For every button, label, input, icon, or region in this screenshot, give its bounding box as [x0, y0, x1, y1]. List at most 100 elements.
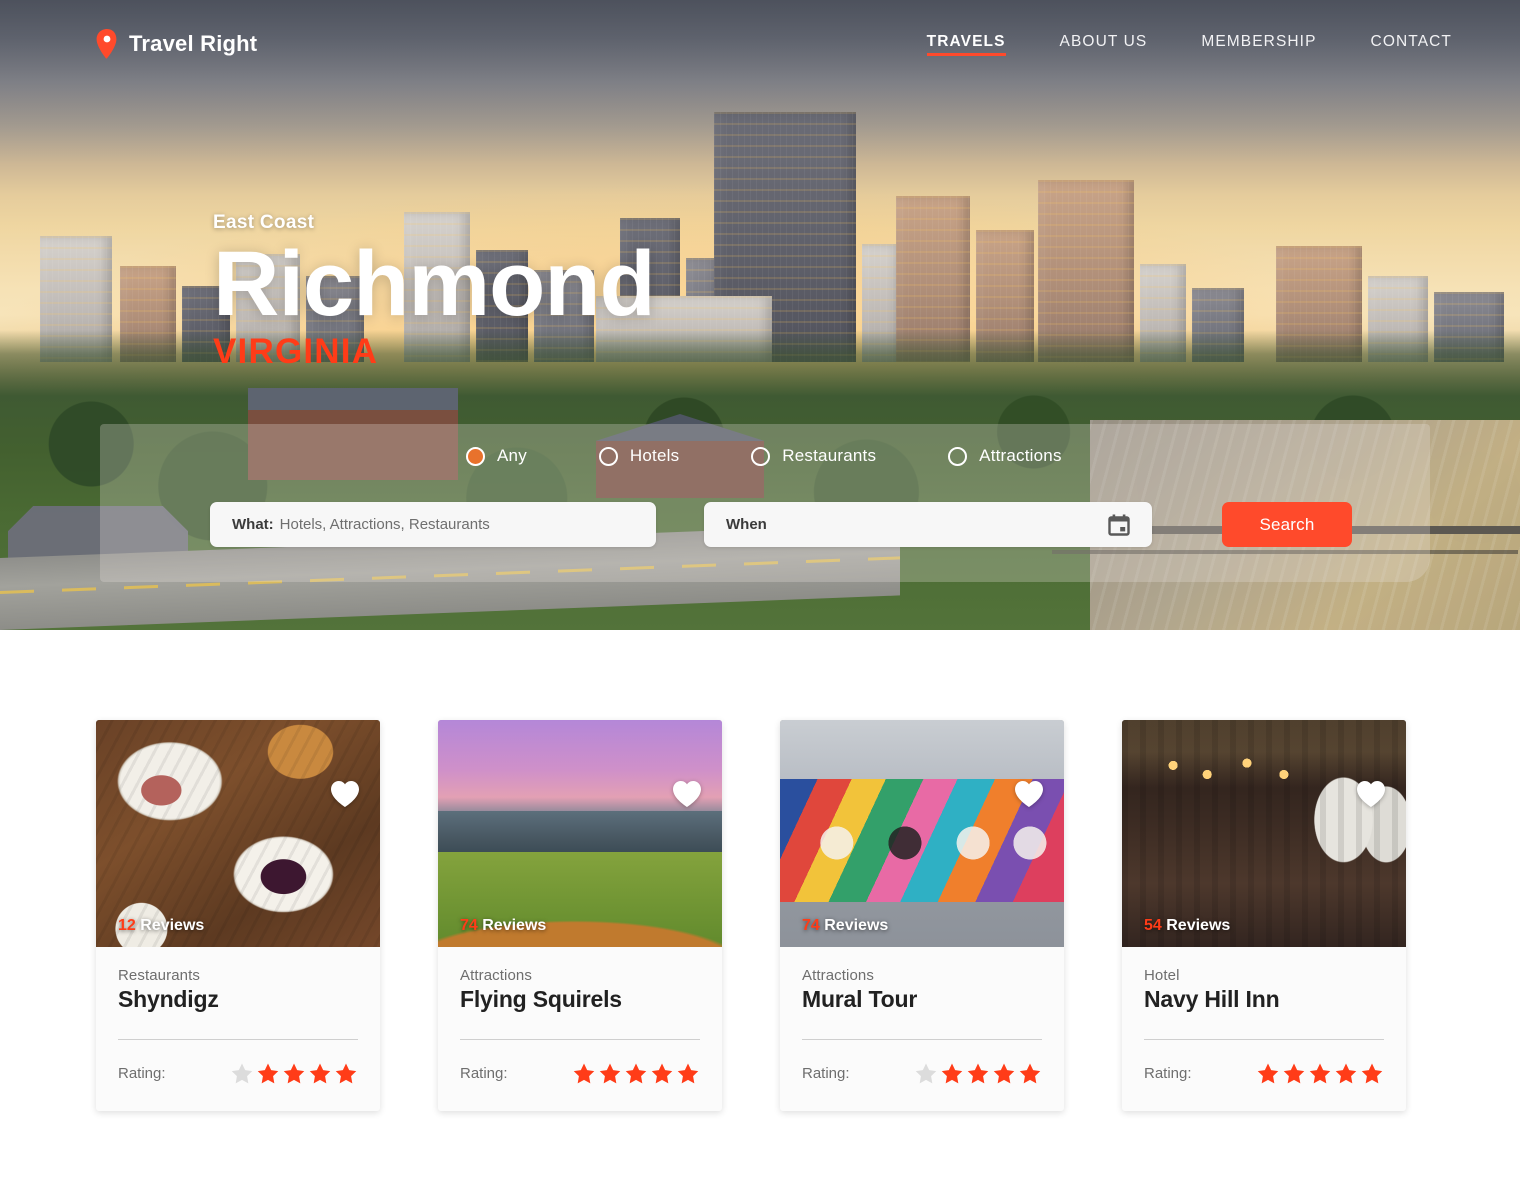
star-filled-icon[interactable]	[650, 1062, 674, 1085]
listing-card[interactable]: 74 Reviews Attractions Mural Tour Rating…	[780, 720, 1064, 1111]
heart-icon[interactable]	[1014, 780, 1044, 808]
map-pin-icon	[96, 29, 118, 59]
reviews-badge: 54 Reviews	[1144, 917, 1230, 935]
card-category: Attractions	[802, 967, 874, 984]
what-search-input[interactable]: What: Hotels, Attractions, Restaurants	[210, 502, 656, 547]
reviews-label: Reviews	[140, 917, 205, 934]
radio-dot-hotels	[598, 446, 618, 466]
card-divider	[460, 1039, 700, 1040]
card-divider	[1144, 1039, 1384, 1040]
nav-link-travels[interactable]: TRAVELS	[926, 33, 1006, 56]
star-filled-icon[interactable]	[282, 1062, 306, 1085]
radio-dot-attractions	[948, 446, 968, 466]
star-rating[interactable]	[230, 1062, 358, 1085]
star-filled-icon[interactable]	[966, 1062, 990, 1085]
card-category: Attractions	[460, 967, 532, 984]
star-rating[interactable]	[914, 1062, 1042, 1085]
card-category: Restaurants	[118, 967, 200, 984]
heart-icon[interactable]	[1356, 780, 1386, 808]
star-filled-icon[interactable]	[676, 1062, 700, 1085]
star-rating[interactable]	[1256, 1062, 1384, 1085]
rating-label: Rating:	[118, 1065, 166, 1082]
heart-icon[interactable]	[330, 780, 360, 808]
card-image-scene	[780, 720, 1064, 947]
star-filled-icon[interactable]	[334, 1062, 358, 1085]
star-filled-icon[interactable]	[1334, 1062, 1358, 1085]
card-divider	[118, 1039, 358, 1040]
card-image: 54 Reviews	[1122, 720, 1406, 947]
star-filled-icon[interactable]	[1018, 1062, 1042, 1085]
card-body: Hotel Navy Hill Inn Rating:	[1122, 947, 1406, 1111]
reviews-badge: 74 Reviews	[460, 917, 546, 935]
heart-icon[interactable]	[672, 780, 702, 808]
star-filled-icon[interactable]	[624, 1062, 648, 1085]
when-date-input[interactable]: When	[704, 502, 1152, 547]
reviews-count: 54	[1144, 917, 1162, 934]
card-image-scene	[96, 720, 380, 947]
listing-cards-row: 12 Reviews Restaurants Shyndigz Rating: …	[96, 720, 1406, 1111]
what-field-label: What:	[232, 516, 274, 533]
hero-state-subtitle: VIRGINIA	[213, 332, 379, 372]
reviews-count: 74	[460, 917, 478, 934]
search-button[interactable]: Search	[1222, 502, 1352, 547]
radio-dot-restaurants	[751, 446, 771, 466]
star-filled-icon[interactable]	[992, 1062, 1016, 1085]
filter-label-attractions: Attractions	[979, 446, 1062, 465]
star-filled-icon[interactable]	[1256, 1062, 1280, 1085]
card-image-scene	[438, 720, 722, 947]
filter-radio-restaurants[interactable]: Restaurants	[751, 446, 876, 466]
card-rating-row: Rating:	[1144, 1062, 1384, 1085]
nav-link-membership[interactable]: MEMBERSHIP	[1201, 33, 1316, 56]
hero-banner: Travel Right TRAVELS ABOUT US MEMBERSHIP…	[0, 0, 1520, 630]
when-field-placeholder: When	[726, 516, 767, 533]
star-filled-icon[interactable]	[256, 1062, 280, 1085]
listing-card[interactable]: 12 Reviews Restaurants Shyndigz Rating:	[96, 720, 380, 1111]
filter-label-any: Any	[497, 446, 527, 465]
search-fields-row: What: Hotels, Attractions, Restaurants W…	[210, 502, 1352, 547]
star-filled-icon[interactable]	[940, 1062, 964, 1085]
category-filter-group: Any Hotels Restaurants Attractions	[466, 446, 1062, 466]
star-rating[interactable]	[572, 1062, 700, 1085]
hero-city-title: Richmond	[213, 233, 656, 335]
card-image-scene	[1122, 720, 1406, 947]
calendar-icon[interactable]	[1108, 514, 1130, 536]
star-filled-icon[interactable]	[598, 1062, 622, 1085]
filter-radio-hotels[interactable]: Hotels	[598, 446, 680, 466]
card-image: 12 Reviews	[96, 720, 380, 947]
reviews-label: Reviews	[1166, 917, 1231, 934]
reviews-badge: 12 Reviews	[118, 917, 204, 935]
card-title: Flying Squirels	[460, 986, 622, 1012]
star-empty-icon[interactable]	[230, 1062, 254, 1085]
filter-label-hotels: Hotels	[629, 446, 680, 465]
star-empty-icon[interactable]	[914, 1062, 938, 1085]
listing-card[interactable]: 54 Reviews Hotel Navy Hill Inn Rating:	[1122, 720, 1406, 1111]
card-body: Attractions Flying Squirels Rating:	[438, 947, 722, 1111]
filter-radio-any[interactable]: Any	[466, 446, 527, 466]
nav-link-about-us[interactable]: ABOUT US	[1060, 33, 1148, 56]
card-rating-row: Rating:	[118, 1062, 358, 1085]
rating-label: Rating:	[1144, 1065, 1192, 1082]
nav-link-contact[interactable]: CONTACT	[1371, 33, 1452, 56]
card-title: Mural Tour	[802, 986, 918, 1012]
star-filled-icon[interactable]	[572, 1062, 596, 1085]
search-panel: Any Hotels Restaurants Attractions What:…	[100, 424, 1430, 582]
card-title: Shyndigz	[118, 986, 219, 1012]
reviews-label: Reviews	[482, 917, 547, 934]
listing-card[interactable]: 74 Reviews Attractions Flying Squirels R…	[438, 720, 722, 1111]
rating-label: Rating:	[460, 1065, 508, 1082]
star-filled-icon[interactable]	[1360, 1062, 1384, 1085]
star-filled-icon[interactable]	[308, 1062, 332, 1085]
top-navigation-bar: Travel Right TRAVELS ABOUT US MEMBERSHIP…	[0, 0, 1520, 88]
card-image: 74 Reviews	[438, 720, 722, 947]
brand-logo[interactable]: Travel Right	[96, 29, 257, 59]
card-rating-row: Rating:	[802, 1062, 1042, 1085]
filter-radio-attractions[interactable]: Attractions	[948, 446, 1062, 466]
reviews-badge: 74 Reviews	[802, 917, 888, 935]
card-category: Hotel	[1144, 967, 1180, 984]
card-body: Restaurants Shyndigz Rating:	[96, 947, 380, 1111]
brand-name: Travel Right	[129, 31, 258, 56]
rating-label: Rating:	[802, 1065, 850, 1082]
card-rating-row: Rating:	[460, 1062, 700, 1085]
star-filled-icon[interactable]	[1308, 1062, 1332, 1085]
star-filled-icon[interactable]	[1282, 1062, 1306, 1085]
